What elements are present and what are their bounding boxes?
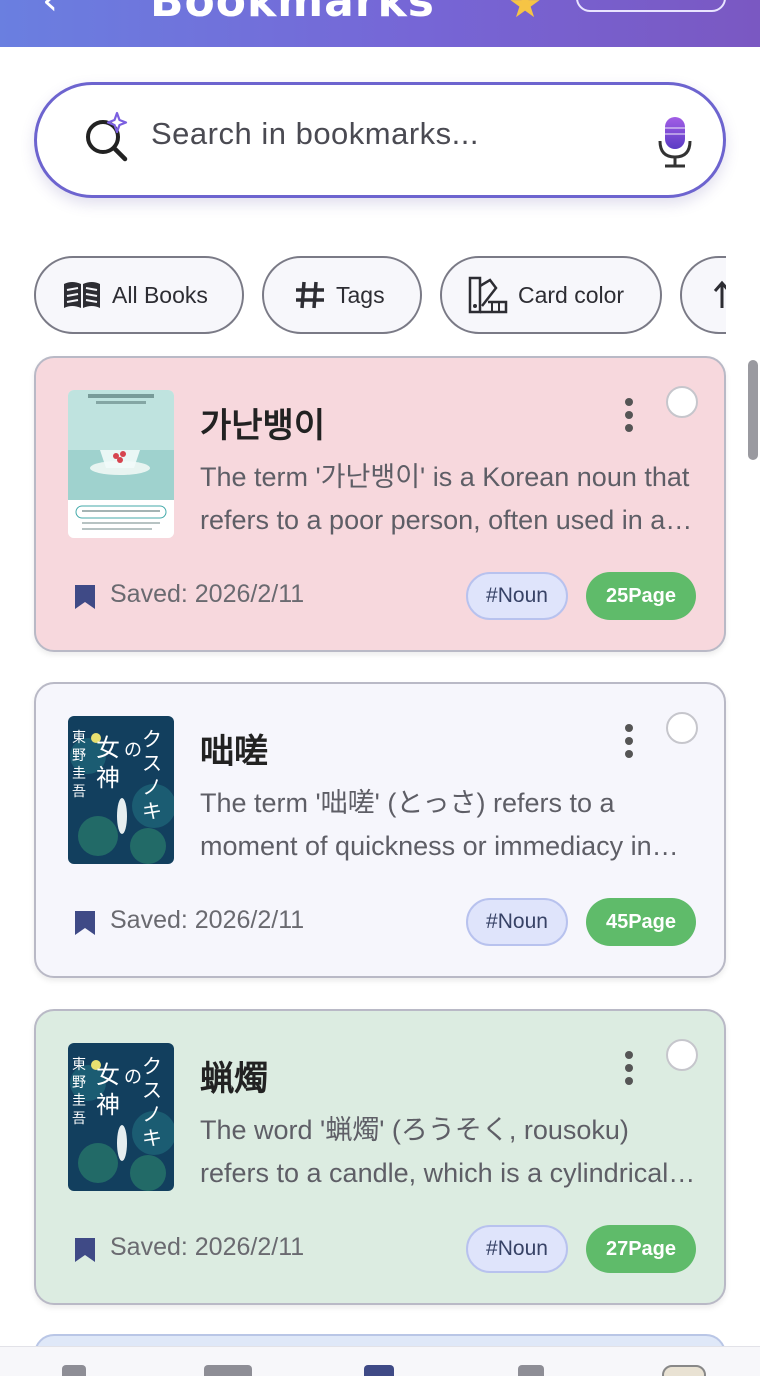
- select-radio[interactable]: [666, 386, 698, 418]
- search-bar[interactable]: Search in bookmarks...: [34, 82, 726, 198]
- nav-bookmarks-icon[interactable]: [364, 1365, 394, 1376]
- nav-library-icon[interactable]: [204, 1365, 252, 1376]
- select-radio[interactable]: [666, 1039, 698, 1071]
- svg-text:ス: ス: [142, 1078, 162, 1102]
- svg-text:野: 野: [72, 748, 86, 764]
- bookmark-card[interactable]: 東 野 圭 吾 女 神 ク ス ノ キ の 蝋燭 The word '蝋燭' (…: [34, 1009, 726, 1305]
- page-badge[interactable]: 25Page: [586, 572, 696, 620]
- chip-label: Card color: [518, 281, 625, 308]
- svg-text:野: 野: [72, 1075, 86, 1091]
- scrollbar-thumb[interactable]: [748, 360, 758, 460]
- svg-text:圭: 圭: [72, 766, 86, 782]
- chip-card-color[interactable]: Card color: [440, 256, 662, 334]
- more-vert-icon[interactable]: [622, 398, 636, 438]
- svg-text:神: 神: [96, 1091, 120, 1119]
- svg-text:神: 神: [96, 764, 120, 792]
- tag-badge[interactable]: #Noun: [466, 572, 568, 620]
- select-radio[interactable]: [666, 712, 698, 744]
- tag-badge[interactable]: #Noun: [466, 1225, 568, 1273]
- svg-text:ク: ク: [142, 727, 162, 751]
- sort-arrow-icon: [713, 280, 726, 308]
- header-action-button[interactable]: [576, 0, 726, 12]
- bookmark-word: 가난뱅이: [200, 406, 326, 446]
- page-badge[interactable]: 45Page: [586, 898, 696, 946]
- svg-text:ノ: ノ: [142, 775, 162, 799]
- chip-sort[interactable]: [680, 256, 726, 334]
- book-cover-image: [68, 390, 174, 538]
- svg-text:圭: 圭: [72, 1093, 86, 1109]
- svg-text:ク: ク: [142, 1054, 162, 1078]
- svg-text:キ: キ: [142, 799, 162, 823]
- hashtag-icon: [296, 281, 324, 309]
- svg-text:ス: ス: [142, 751, 162, 775]
- bookmark-icon: [75, 911, 95, 935]
- star-icon[interactable]: ★: [508, 0, 542, 26]
- bookmark-description: The term '咄嗟' (とっさ) refers to a moment o…: [200, 788, 652, 861]
- more-vert-icon[interactable]: [622, 1051, 636, 1091]
- bookmark-word: 咄嗟: [200, 732, 268, 772]
- bookmark-word: 蝋燭: [200, 1059, 268, 1099]
- saved-date: Saved: 2026/2/11: [110, 1233, 305, 1261]
- svg-text:の: の: [124, 1067, 142, 1088]
- color-palette-icon: [468, 276, 508, 314]
- svg-text:女: 女: [96, 734, 120, 762]
- filter-chips: All Books Tags Card color: [34, 256, 726, 336]
- svg-text:女: 女: [96, 1061, 120, 1089]
- book-cover-image: 東 野 圭 吾 女 神 ク ス ノ キ の: [68, 716, 174, 864]
- open-book-icon: [64, 282, 100, 308]
- bookmark-icon: [75, 585, 95, 609]
- nav-profile-avatar[interactable]: [662, 1365, 706, 1376]
- bookmark-icon: [75, 1238, 95, 1262]
- chip-tags[interactable]: Tags: [262, 256, 422, 334]
- page-title: Bookmarks: [150, 0, 435, 27]
- svg-text:東: 東: [72, 730, 86, 746]
- top-app-bar: ‹ Bookmarks ★: [0, 0, 760, 47]
- page-badge[interactable]: 27Page: [586, 1225, 696, 1273]
- saved-date: Saved: 2026/2/11: [110, 906, 305, 934]
- more-vert-icon[interactable]: [622, 724, 636, 764]
- microphone-icon[interactable]: [655, 115, 695, 169]
- search-input[interactable]: Search in bookmarks...: [151, 116, 479, 152]
- chip-label: All Books: [112, 281, 208, 308]
- bottom-navigation: [0, 1346, 760, 1376]
- svg-text:吾: 吾: [72, 784, 86, 800]
- nav-explore-icon[interactable]: [518, 1365, 544, 1376]
- bookmark-description: The word '蝋燭' (ろうそく, rousoku) refers to …: [200, 1115, 669, 1188]
- nav-home-icon[interactable]: [62, 1365, 86, 1376]
- svg-text:の: の: [124, 740, 142, 761]
- bookmark-card[interactable]: 東 野 圭 吾 女 神 ク ス ノ キ の 咄嗟 The term '咄嗟' (…: [34, 682, 726, 978]
- svg-text:東: 東: [72, 1057, 86, 1073]
- bookmark-description: The term '가난뱅이' is a Korean noun that re…: [200, 462, 690, 535]
- ai-search-icon: [86, 111, 128, 162]
- svg-text:吾: 吾: [72, 1111, 86, 1127]
- svg-text:キ: キ: [142, 1126, 162, 1150]
- svg-text:ノ: ノ: [142, 1102, 162, 1126]
- chip-label: Tags: [336, 281, 385, 308]
- tag-badge[interactable]: #Noun: [466, 898, 568, 946]
- bookmark-card[interactable]: 가난뱅이 The term '가난뱅이' is a Korean noun th…: [34, 356, 726, 652]
- saved-date: Saved: 2026/2/11: [110, 580, 305, 608]
- back-arrow-icon[interactable]: ‹: [42, 0, 58, 24]
- chip-all-books[interactable]: All Books: [34, 256, 244, 334]
- book-cover-image: 東 野 圭 吾 女 神 ク ス ノ キ の: [68, 1043, 174, 1191]
